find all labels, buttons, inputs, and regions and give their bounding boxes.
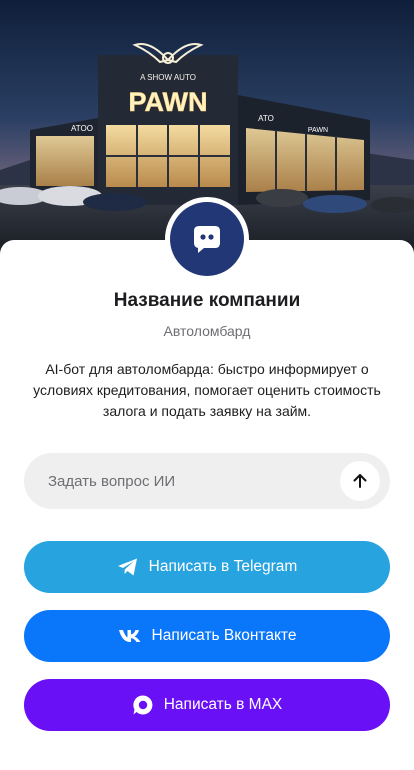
vk-button[interactable]: Написать Вконтакте: [24, 610, 390, 662]
avatar-circle: [170, 202, 244, 276]
telegram-button-label: Написать в Telegram: [148, 558, 298, 575]
max-button[interactable]: Написать в MAX: [24, 679, 390, 731]
chat-bubble-icon: [194, 226, 220, 253]
company-name: Название компании: [113, 290, 301, 311]
sign-top-text: A SHOW AUTO: [140, 73, 196, 82]
vk-button-label: Написать Вконтакте: [151, 627, 297, 644]
company-category: Автоломбард: [163, 323, 251, 339]
company-description: AI-бот для автоломбарда: быстро информир…: [33, 361, 381, 419]
sign-main-text: PAWN: [129, 87, 208, 117]
send-button[interactable]: [340, 461, 380, 501]
ask-ai-input[interactable]: [24, 453, 334, 509]
max-icon: [132, 694, 154, 716]
window-right-text: PAWN: [308, 127, 328, 134]
window-mid-text: ATO: [258, 114, 274, 123]
window-left-text: ATOO: [71, 124, 93, 133]
telegram-icon: [117, 557, 139, 577]
max-button-label: Написать в MAX: [163, 696, 283, 713]
avatar: [165, 197, 249, 281]
telegram-button[interactable]: Написать в Telegram: [24, 541, 390, 593]
ask-ai-field: [24, 453, 390, 509]
vk-icon: [118, 629, 142, 643]
arrow-up-icon: [353, 474, 367, 488]
